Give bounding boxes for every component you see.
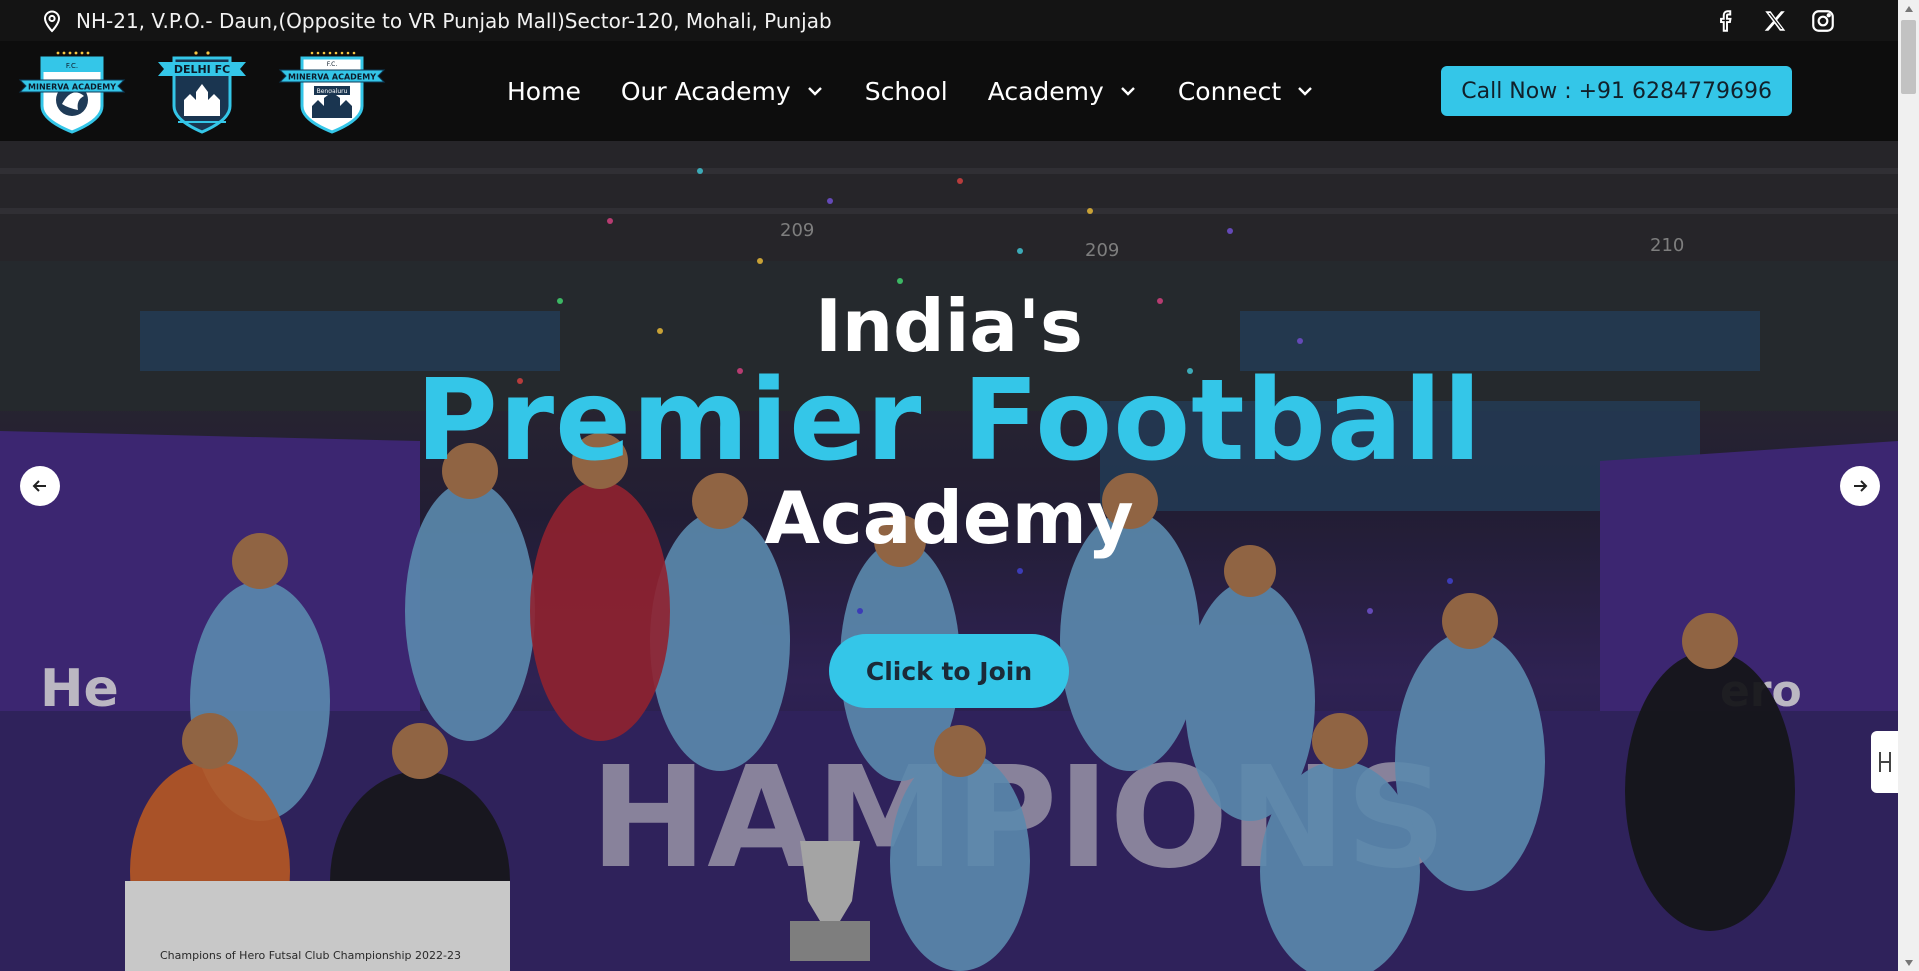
- minerva-academy-logo[interactable]: MINERVA ACADEMY F.C.: [18, 48, 126, 134]
- club-logos: MINERVA ACADEMY F.C. DELHI FC MINERVA AC…: [0, 48, 470, 134]
- scroll-thumb[interactable]: [1901, 20, 1916, 94]
- carousel-prev-button[interactable]: [20, 466, 60, 506]
- call-now-button[interactable]: Call Now : +91 6284779696: [1441, 66, 1792, 116]
- scroll-up-arrow[interactable]: [1898, 0, 1919, 17]
- main-navbar: MINERVA ACADEMY F.C. DELHI FC MINERVA AC…: [0, 41, 1898, 141]
- arrow-right-icon: [1854, 480, 1868, 492]
- nav-label: Home: [507, 76, 581, 106]
- triangle-down-icon: [1904, 959, 1913, 966]
- facebook-icon: [1720, 9, 1732, 32]
- scroll-down-arrow[interactable]: [1898, 954, 1919, 971]
- address-text: NH-21, V.P.O.- Daun,(Opposite to VR Punj…: [76, 8, 832, 33]
- nav-label: Our Academy: [620, 76, 791, 106]
- chevron-down-icon: [807, 87, 822, 96]
- hero-heading-line3: Academy: [764, 476, 1134, 560]
- address-block: NH-21, V.P.O.- Daun,(Opposite to VR Punj…: [40, 9, 832, 33]
- click-to-join-button[interactable]: Click to Join: [829, 634, 1069, 708]
- social-links: [1714, 8, 1836, 34]
- chevron-down-icon: [1120, 87, 1135, 96]
- minerva-bengaluru-logo[interactable]: MINERVA ACADEMY F.C. Bengaluru: [278, 48, 386, 134]
- page-scrollbar[interactable]: [1898, 0, 1919, 971]
- nav-label: School: [864, 76, 948, 106]
- nav-label: Academy: [987, 76, 1104, 106]
- nav-home[interactable]: Home: [507, 77, 581, 106]
- nav-our-academy[interactable]: Our Academy: [621, 77, 825, 106]
- widget-icon: [1878, 752, 1891, 772]
- hero-heading-line2: Premier Football: [415, 356, 1483, 486]
- logo-banner-text: DELHI FC: [174, 63, 230, 76]
- logo-banner-text: MINERVA ACADEMY: [288, 73, 376, 82]
- chevron-down-icon: [1298, 87, 1313, 96]
- instagram-link[interactable]: [1810, 8, 1836, 34]
- instagram-icon: [1812, 9, 1834, 32]
- x-twitter-link[interactable]: [1762, 8, 1788, 34]
- nav-academy[interactable]: Academy: [988, 77, 1138, 106]
- nav-connect[interactable]: Connect: [1178, 77, 1315, 106]
- x-twitter-icon: [1764, 10, 1786, 31]
- delhi-fc-logo[interactable]: DELHI FC: [148, 48, 256, 134]
- side-widget-tab[interactable]: [1871, 731, 1898, 793]
- primary-nav: Home Our Academy School Academy Connect: [507, 77, 1315, 106]
- logo-top-text: F.C.: [66, 62, 78, 70]
- logo-banner-text: MINERVA ACADEMY: [28, 83, 116, 92]
- facebook-link[interactable]: [1714, 8, 1740, 34]
- triangle-up-icon: [1904, 5, 1913, 12]
- nav-school[interactable]: School: [865, 77, 948, 106]
- top-info-bar: NH-21, V.P.O.- Daun,(Opposite to VR Punj…: [0, 0, 1898, 41]
- carousel-next-button[interactable]: [1840, 466, 1880, 506]
- map-pin-icon: [43, 10, 61, 32]
- logo-top-text: F.C.: [327, 61, 338, 68]
- hero-carousel: 209 209 210 He ero HAMPIONS: [0, 141, 1898, 971]
- nav-label: Connect: [1177, 76, 1282, 106]
- arrow-left-icon: [32, 480, 46, 492]
